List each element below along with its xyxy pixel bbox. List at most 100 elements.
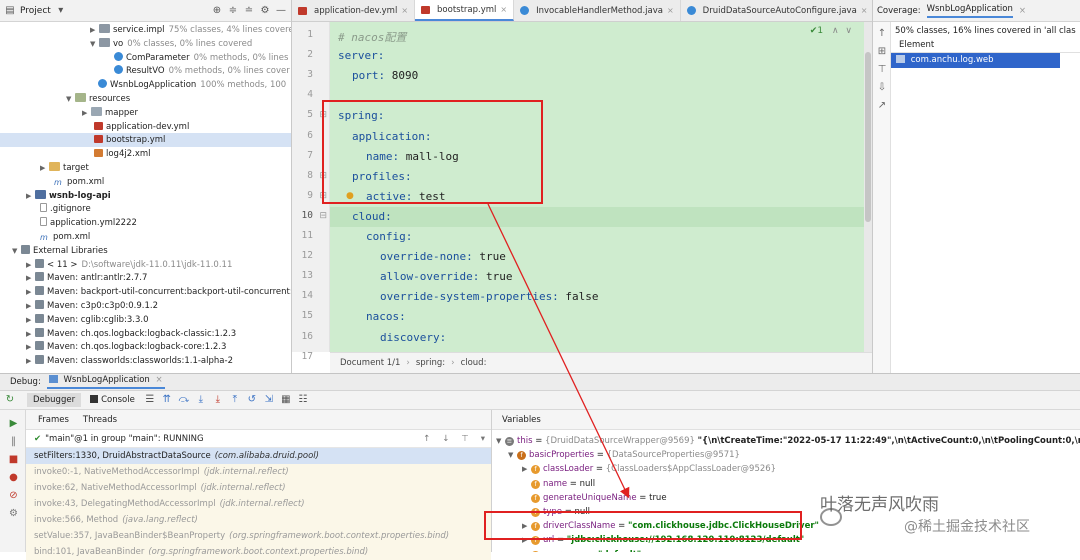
project-dropdown-icon[interactable]: ▾ <box>55 5 67 17</box>
tree-item[interactable]: ▶ Maven: ch.qos.logback:logback-classic:1… <box>0 327 291 341</box>
coverage-tab-close-icon[interactable]: × <box>1019 6 1026 16</box>
layout-icon[interactable]: ☰ <box>144 394 156 406</box>
close-icon[interactable]: × <box>667 6 674 15</box>
editor-scrollbar[interactable] <box>864 22 872 352</box>
chevron-right-icon[interactable]: ▶ <box>40 161 49 175</box>
tree-item[interactable]: ▶ wsnb-log-api <box>0 189 291 203</box>
stack-frame[interactable]: invoke:62, NativeMethodAccessorImpl (jdk.… <box>26 480 491 496</box>
chevron-right-icon[interactable]: ▶ <box>82 106 91 120</box>
chevron-right-icon[interactable]: ▶ <box>26 340 35 354</box>
stack-frame[interactable]: invoke:566, Method (java.lang.reflect) <box>26 512 491 528</box>
breadcrumb-item[interactable]: spring: <box>416 358 445 368</box>
editor-tab[interactable]: application-dev.yml × <box>292 0 416 21</box>
tree-item[interactable]: application-dev.yml <box>0 120 291 134</box>
thread-up-icon[interactable]: ↑ <box>423 434 430 444</box>
trace-icon[interactable]: ☷ <box>297 394 309 406</box>
editor-tab[interactable]: DruidDataSourceAutoConfigure.java × <box>681 0 875 21</box>
inspection-widget[interactable]: ✔1 ∧ ∨ <box>810 26 852 36</box>
stop-icon[interactable]: ■ <box>8 454 19 465</box>
arrow-up-icon[interactable]: ↑ <box>876 28 888 40</box>
chevron-right-icon[interactable]: ▶ <box>90 23 99 37</box>
stack-frame[interactable]: bind:101, JavaBeanBinder (org.springframe… <box>26 544 491 560</box>
tree-item[interactable]: log4j2.xml <box>0 147 291 161</box>
rerun-icon[interactable]: ↻ <box>4 394 16 406</box>
drop-frame-icon[interactable]: ↺ <box>246 394 258 406</box>
fold-icon[interactable]: ⊟ <box>319 211 327 221</box>
tree-item[interactable]: ▶ mapper <box>0 106 291 120</box>
debug-session-tab[interactable]: WsnbLogApplication × <box>46 375 165 389</box>
variable-row[interactable]: f name = null <box>492 477 1080 491</box>
coverage-tab[interactable]: WsnbLogApplication <box>926 4 1013 18</box>
resume-icon[interactable]: ▶ <box>8 418 19 429</box>
stack-frame[interactable]: invoke:43, DelegatingMethodAccessorImpl(… <box>26 496 491 512</box>
project-view-icon[interactable]: ▤ <box>4 5 16 17</box>
close-icon[interactable]: × <box>401 6 408 15</box>
chevron-right-icon[interactable]: ▶ <box>26 285 35 299</box>
editor-scroll-thumb[interactable] <box>865 52 871 222</box>
breadcrumb-item[interactable]: cloud: <box>461 358 487 368</box>
chevron-right-icon[interactable]: ▶ <box>26 299 35 313</box>
tree-item[interactable]: ▼ External Libraries <box>0 244 291 258</box>
chevron-right-icon[interactable]: ▶ <box>26 313 35 327</box>
chevron-right-icon[interactable]: ▶ <box>26 327 35 341</box>
step-over-icon[interactable]: ⤼ <box>178 394 190 406</box>
variable-row[interactable]: ▼ ≡ this = {DruidDataSourceWrapper@9569} "… <box>492 434 1080 448</box>
stack-frame[interactable]: setValue:357, JavaBeanBinder$BeanPropert… <box>26 528 491 544</box>
tree-item[interactable]: ▼ resources <box>0 92 291 106</box>
variable-row[interactable]: ▶fusername = "default" <box>492 548 1080 552</box>
settings-icon[interactable]: ⚙ <box>8 508 19 519</box>
editor-tab[interactable]: bootstrap.yml × <box>415 0 515 21</box>
chevron-right-icon[interactable]: ▶ <box>26 189 35 203</box>
settings-icon[interactable]: ⚙ <box>259 5 271 17</box>
close-icon[interactable]: × <box>861 6 868 15</box>
thread-dropdown-icon[interactable]: ▾ <box>481 434 485 444</box>
chevron-down-icon[interactable]: ▼ <box>508 448 517 462</box>
chevron-right-icon[interactable]: ▶ <box>522 548 531 552</box>
chevron-right-icon[interactable]: ▶ <box>26 271 35 285</box>
collapse-all-icon[interactable]: ≐ <box>243 5 255 17</box>
close-icon[interactable]: × <box>500 5 507 14</box>
session-close-icon[interactable]: × <box>156 375 163 385</box>
tree-item[interactable]: ▶ Maven: c3p0:c3p0:0.9.1.2 <box>0 299 291 313</box>
chevron-down-icon[interactable]: ▼ <box>12 244 21 258</box>
thread-down-icon[interactable]: ↓ <box>442 434 449 444</box>
flatten-icon[interactable]: ⊞ <box>876 46 888 58</box>
step-out-icon[interactable]: ⤒ <box>229 394 241 406</box>
coverage-row-selected[interactable]: com.anchu.log.web <box>891 53 1060 68</box>
variable-row[interactable]: ▶ f classLoader = {ClassLoaders$AppClassLo… <box>492 462 1080 476</box>
step-into-icon[interactable]: ⤓ <box>195 394 207 406</box>
chevron-right-icon[interactable]: ▶ <box>26 258 35 272</box>
export-icon[interactable]: ⇩ <box>876 82 888 94</box>
filter-icon[interactable]: ⊤ <box>461 434 468 444</box>
view-breakpoints-icon[interactable]: ● <box>8 472 19 483</box>
locate-icon[interactable]: ⊕ <box>211 5 223 17</box>
tree-item[interactable]: m pom.xml <box>0 230 291 244</box>
chevron-right-icon[interactable]: ▶ <box>26 354 35 368</box>
tree-item[interactable]: ▼ vo 0% classes, 0% lines covered <box>0 37 291 51</box>
tree-item[interactable]: ▶ target <box>0 161 291 175</box>
minimize-icon[interactable]: — <box>275 5 287 17</box>
tree-item[interactable]: WsnbLogApplication 100% methods, 100 <box>0 78 291 92</box>
editor-tab[interactable]: InvocableHandlerMethod.java × <box>514 0 681 21</box>
tree-item[interactable]: ComParameter 0% methods, 0% lines <box>0 51 291 65</box>
tree-item[interactable]: ▶ Maven: cglib:cglib:3.3.0 <box>0 313 291 327</box>
evaluate-icon[interactable]: ▦ <box>280 394 292 406</box>
threads-tab[interactable]: Threads <box>83 415 117 425</box>
run-to-cursor-icon[interactable]: ⇲ <box>263 394 275 406</box>
project-title[interactable]: Project <box>20 6 51 16</box>
console-tab[interactable]: Console <box>86 393 139 407</box>
nav-down-icon[interactable]: ∨ <box>845 26 852 36</box>
tree-item[interactable]: bootstrap.yml <box>0 133 291 148</box>
tree-item[interactable]: ▶ < 11 > D:\software\jdk-11.0.11\jdk-11.0.… <box>0 258 291 272</box>
tree-item[interactable]: ▶ Maven: backport-util-concurrent:backpor… <box>0 285 291 299</box>
tree-item[interactable]: ▶ Maven: antlr:antlr:2.7.7 <box>0 271 291 285</box>
tree-item[interactable]: ▶ service.impl 75% classes, 4% lines cover… <box>0 23 291 37</box>
force-step-into-icon[interactable]: ⤓ <box>212 394 224 406</box>
tree-item[interactable]: ResultVO 0% methods, 0% lines cover <box>0 64 291 78</box>
tree-item[interactable]: m pom.xml <box>0 175 291 189</box>
chevron-down-icon[interactable]: ▼ <box>496 434 505 448</box>
debugger-tab[interactable]: Debugger <box>27 393 82 407</box>
frames-tab[interactable]: Frames <box>38 415 69 425</box>
filter-icon[interactable]: ⊤ <box>876 64 888 76</box>
show-execution-point-icon[interactable]: ⇈ <box>161 394 173 406</box>
